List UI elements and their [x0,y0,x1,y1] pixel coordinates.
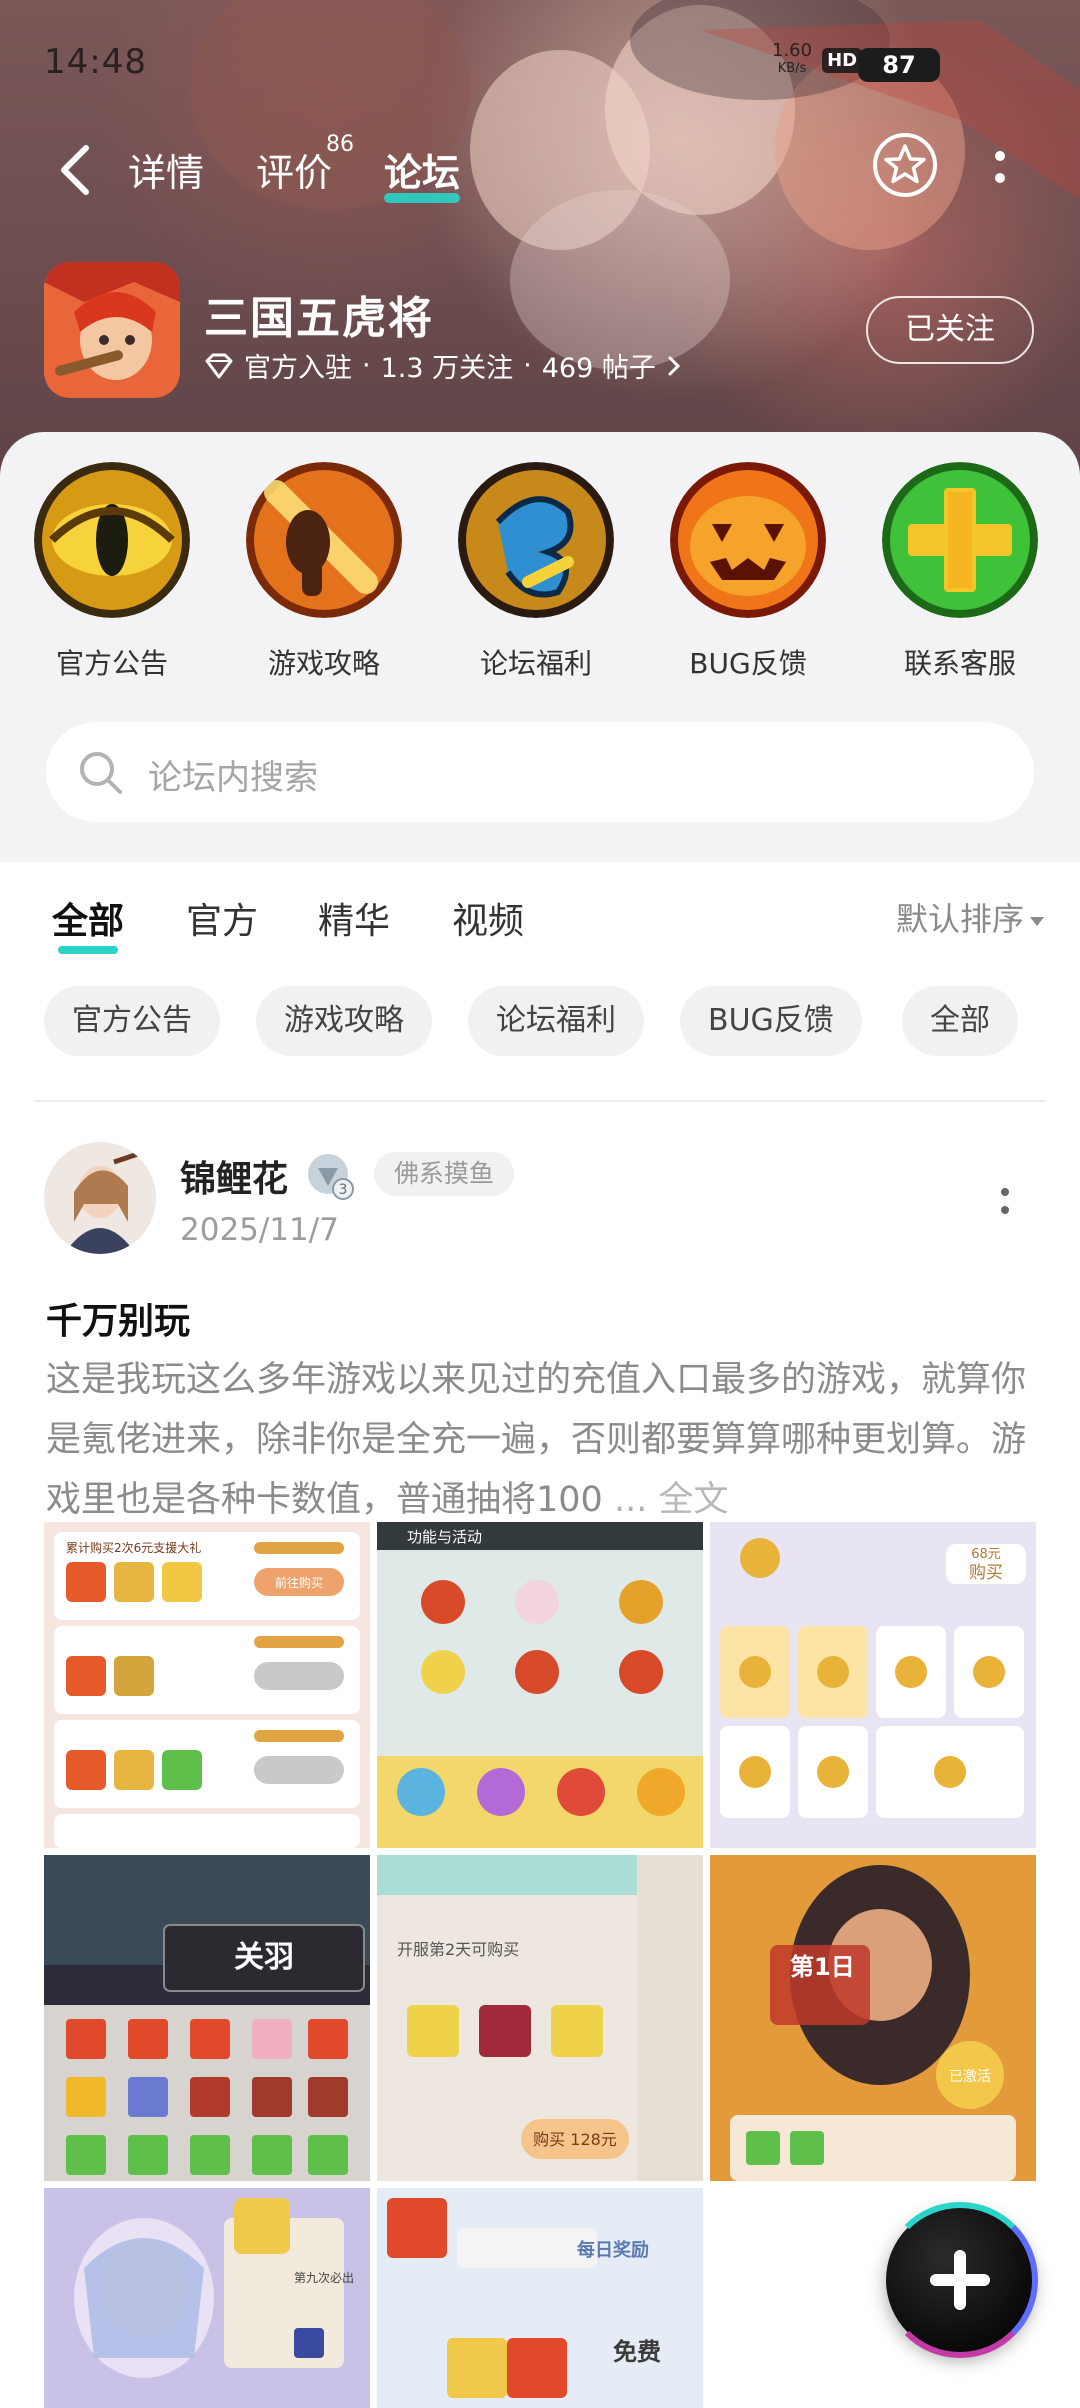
review-count-badge: 86 [326,132,354,157]
forum-search-input[interactable]: 论坛内搜索 [46,722,1034,822]
filter-tab-video[interactable]: 视频 [452,892,524,944]
net-speed: 1.60 KB/s [772,40,813,77]
tab-details[interactable]: 详情 [128,142,204,197]
chip-announcements[interactable]: 官方公告 [44,986,220,1056]
new-post-button[interactable] [882,2202,1038,2358]
post-image[interactable]: 68元 购买 [710,1522,1036,1848]
search-placeholder: 论坛内搜索 [148,758,318,798]
follow-button[interactable]: 已关注 [866,296,1034,364]
sort-label: 默认排序 [895,900,1024,938]
post-image[interactable]: 第九次必出 [44,2188,370,2408]
quick-link-customer-service[interactable]: 联系客服 [860,462,1060,682]
status-bar: 14:48 1.60 KB/s HD 4G 87 [0,0,1080,120]
image-caption: 开服第2天可购买 [397,1940,519,1959]
post-body-text: 这是我玩这么多年游戏以来见过的充值入口最多的游戏，就算你是氪佬进来，除非你是全充… [46,1360,1027,1520]
ellipsis: ... [602,1480,659,1520]
chip-bug-report[interactable]: BUG反馈 [680,986,862,1056]
image-button-text: 购买 [969,1563,1003,1583]
forum-feed: 全部 官方 精华 视频 默认排序 官方公告 游戏攻略 论坛福利 BUG反馈 全部… [0,862,1080,2408]
author-tag: 佛系摸鱼 [374,1152,515,1196]
avatar[interactable] [44,1142,156,1254]
quick-link-label: 官方公告 [55,647,168,680]
chip-all[interactable]: 全部 [902,986,1018,1056]
filter-tab-label: 全部 [52,901,125,942]
search-icon [80,752,122,794]
quick-link-label: 联系客服 [903,647,1016,680]
followers-count: 1.3 万关注 [380,353,514,384]
filter-tab-all[interactable]: 全部 [52,892,125,954]
post-image[interactable]: 第1日 已激活 [710,1855,1036,2181]
fist-icon [246,462,402,618]
image-button-text: 购买 128元 [533,2130,617,2149]
chip-benefits[interactable]: 论坛福利 [468,986,644,1056]
quick-link-label: BUG反馈 [689,647,807,680]
meta-dot: · [523,350,532,381]
more-menu-icon[interactable] [990,144,1010,194]
game-title: 三国五虎将 [204,293,434,344]
image-caption: 第九次必出 [294,2271,354,2285]
tab-reviews[interactable]: 评价 [256,142,332,197]
game-stats[interactable]: 官方入驻 · 1.3 万关注 · 469 帖子 [204,346,682,385]
image-caption: 68元 [971,1547,1001,1562]
post-image[interactable]: 关羽 [44,1855,370,2181]
filter-tab-featured[interactable]: 精华 [318,892,390,944]
author-name[interactable]: 锦鲤花 [180,1150,288,1202]
post-excerpt[interactable]: 这是我玩这么多年游戏以来见过的充值入口最多的游戏，就算你是氪佬进来，除非你是全充… [46,1350,1036,1530]
image-caption: 每日奖励 [577,2239,649,2261]
divider [34,1100,1046,1102]
image-button-text: 前往购买 [275,1575,323,1590]
caret-down-icon [1030,916,1044,926]
post-date: 2025/11/7 [180,1212,339,1248]
forum-sections-panel: 官方公告 游戏攻略 论坛福利 BUG反馈 联系客服 论坛内搜索 [0,432,1080,862]
diamond-icon [205,353,233,378]
filter-tab-official[interactable]: 官方 [186,892,258,944]
image-caption: 累计购买2次6元支援大礼 [66,1540,201,1555]
pumpkin-icon [670,462,826,618]
quick-link-label: 游戏攻略 [267,647,380,680]
image-caption: 功能与活动 [407,1528,482,1546]
post-more-icon[interactable] [998,1184,1012,1224]
read-full-link[interactable]: 全文 [658,1480,728,1520]
game-icon [44,262,180,398]
quick-link-benefits[interactable]: 论坛福利 [436,462,636,682]
chip-guides[interactable]: 游戏攻略 [256,986,432,1056]
post-image[interactable]: 功能与活动 [377,1522,703,1848]
eye-icon [34,462,190,618]
level-number: 3 [339,1182,348,1198]
image-button-text: 已激活 [949,2068,991,2085]
post-image[interactable]: 开服第2天可购买 购买 128元 [377,1855,703,2181]
quick-link-bug-report[interactable]: BUG反馈 [648,462,848,682]
post-image[interactable]: 每日奖励 免费 [377,2188,703,2408]
meta-dot: · [362,350,371,381]
plus-icon [882,462,1038,618]
official-label: 官方入驻 [244,353,352,384]
battery-indicator: 87 [858,48,940,82]
chevron-right-icon [668,356,680,375]
top-nav: 详情 评价 86 论坛 [0,120,1080,220]
quick-link-label: 论坛福利 [479,647,592,680]
favorite-star-icon[interactable] [872,132,938,198]
image-caption: 关羽 [234,1940,294,1975]
status-time: 14:48 [44,42,147,82]
image-button-text: 免费 [613,2338,661,2366]
quick-link-guides[interactable]: 游戏攻略 [224,462,424,682]
sort-dropdown[interactable]: 默认排序 [896,894,1044,940]
quick-link-announcements[interactable]: 官方公告 [12,462,212,682]
active-filter-indicator [58,946,119,954]
post-image[interactable]: 累计购买2次6元支援大礼 前往购买 [44,1522,370,1848]
posts-count: 469 帖子 [541,353,656,384]
post-title[interactable]: 千万别玩 [46,1292,190,1344]
quick-links: 官方公告 游戏攻略 论坛福利 BUG反馈 联系客服 [0,462,1080,712]
plus-icon [930,2250,990,2310]
image-caption: 第1日 [790,1953,855,1981]
hd-icon: HD [822,47,863,73]
game-header-banner: 14:48 1.60 KB/s HD 4G 87 详情 评价 86 论坛 [0,0,1080,480]
tab-forum[interactable]: 论坛 [384,142,461,203]
level-badge-icon: 3 [308,1154,354,1200]
tab-forum-label: 论坛 [384,151,461,195]
gift-icon [458,462,614,618]
back-arrow-icon[interactable] [52,140,102,200]
